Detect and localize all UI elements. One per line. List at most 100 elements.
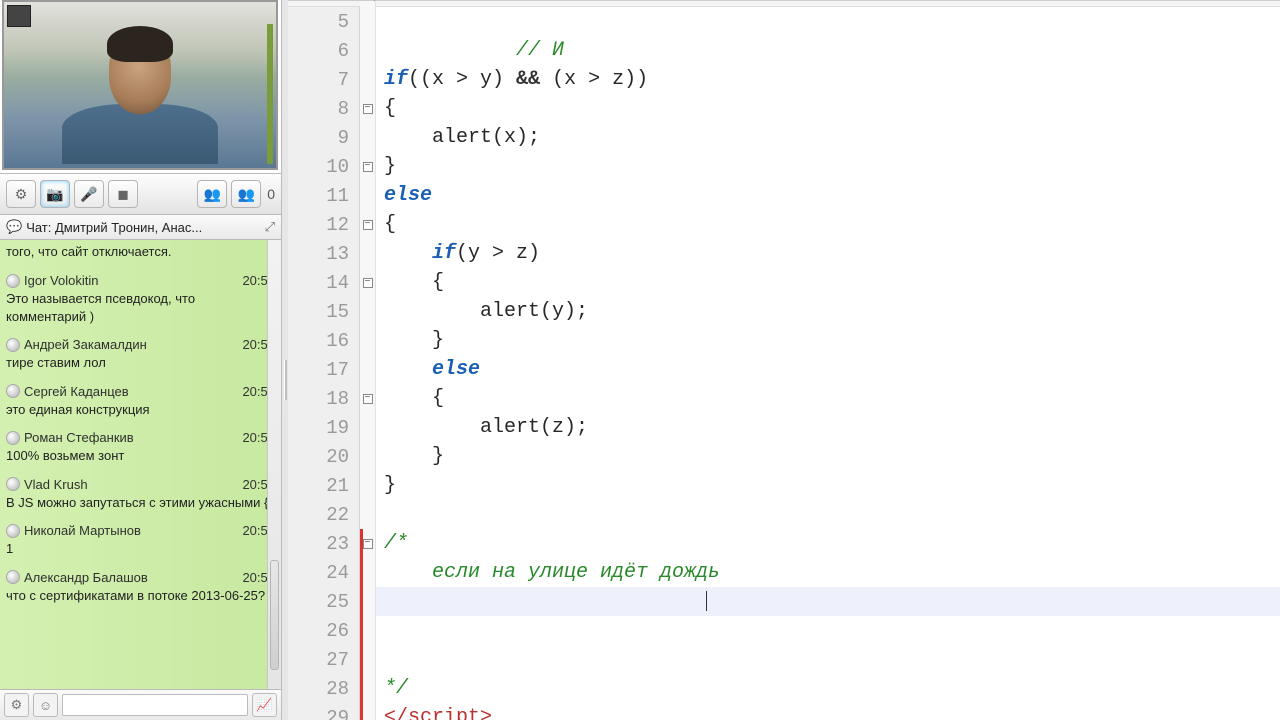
camera-button[interactable]: 📷: [40, 180, 70, 208]
chat-input[interactable]: [62, 694, 248, 716]
fold-toggle[interactable]: −: [363, 539, 373, 549]
chat-message-header: Vlad Krush20:57: [6, 471, 275, 492]
fold-cell: [360, 65, 375, 94]
add-participant-button[interactable]: 👥: [231, 180, 261, 208]
fold-cell: [360, 326, 375, 355]
fold-toggle[interactable]: −: [363, 104, 373, 114]
mic-icon: 🎤: [80, 186, 97, 203]
chat-input-row: ⚙ ☺ 📈: [0, 690, 281, 720]
chat-message-author: Igor Volokitin: [24, 273, 238, 288]
code-line[interactable]: {: [376, 268, 1280, 297]
code-line[interactable]: alert(z);: [376, 413, 1280, 442]
presenter-chip: [7, 5, 31, 27]
code-line[interactable]: </script>: [376, 703, 1280, 720]
code-line[interactable]: {: [376, 384, 1280, 413]
line-number: 29: [288, 703, 359, 720]
chat-message-body: что с сертификатами в потоке 2013-06-25?: [6, 585, 275, 611]
participant-count: 0: [267, 186, 275, 202]
line-number: 18: [288, 384, 359, 413]
chat-header: 💬 Чат: Дмитрий Тронин, Анас... ⤢: [0, 215, 281, 240]
line-number: 17: [288, 355, 359, 384]
chat-message-header: Николай Мартынов20:57: [6, 517, 275, 538]
code-line[interactable]: if(y > z): [376, 239, 1280, 268]
text-caret: [706, 591, 707, 611]
code-line[interactable]: {: [376, 210, 1280, 239]
code-editor: 5678910111213141516171819202122232425262…: [288, 0, 1280, 720]
mic-button[interactable]: 🎤: [74, 180, 104, 208]
chat-message-header: Андрей Закамалдин20:57: [6, 331, 275, 352]
line-number: 7: [288, 65, 359, 94]
code-line[interactable]: }: [376, 152, 1280, 181]
code-line[interactable]: }: [376, 442, 1280, 471]
code-line[interactable]: [376, 7, 1280, 36]
camera-icon: 📷: [46, 186, 63, 203]
code-line[interactable]: }: [376, 326, 1280, 355]
line-number: 22: [288, 500, 359, 529]
fold-cell: −: [360, 384, 375, 413]
participants-button[interactable]: 👥: [197, 180, 227, 208]
line-number: 8: [288, 94, 359, 123]
code-line[interactable]: alert(x);: [376, 123, 1280, 152]
chat-panel: ⚙ 📷 🎤 ◼ 👥 👥 0 💬 Чат: Дмитрий Тронин, Ана…: [0, 0, 282, 720]
stop-icon: ◼: [117, 186, 129, 203]
user-icon: [6, 384, 20, 398]
chat-scrollbar-thumb[interactable]: [270, 560, 279, 670]
code-line[interactable]: alert(y);: [376, 297, 1280, 326]
chat-message-body: того, что сайт отключается.: [6, 240, 275, 267]
line-number: 26: [288, 616, 359, 645]
code-line[interactable]: [376, 645, 1280, 674]
code-line[interactable]: else: [376, 181, 1280, 210]
code-line[interactable]: // И: [376, 36, 1280, 65]
chat-message-body: В JS можно запутаться с этими ужасными {…: [6, 492, 275, 518]
chat-message-author: Александр Балашов: [24, 570, 238, 585]
user-icon: [6, 477, 20, 491]
code-line[interactable]: else: [376, 355, 1280, 384]
fold-toggle[interactable]: −: [363, 278, 373, 288]
people-icon: 👥: [203, 186, 220, 203]
code-line[interactable]: если на улице идёт дождь: [376, 558, 1280, 587]
fold-cell: [360, 181, 375, 210]
chat-message-body: Это называется псевдокод, что комментари…: [6, 288, 275, 331]
emoji-button[interactable]: ☺: [33, 693, 58, 717]
fold-strip: − − − − − −: [360, 1, 376, 720]
fold-cell: −: [360, 210, 375, 239]
fold-cell: [360, 123, 375, 152]
fold-cell: [360, 297, 375, 326]
code-area[interactable]: // Иif((x > y) && (x > z)){ alert(x);}el…: [376, 1, 1280, 720]
line-number: 12: [288, 210, 359, 239]
code-line[interactable]: [376, 500, 1280, 529]
fold-toggle[interactable]: −: [363, 220, 373, 230]
code-line[interactable]: {: [376, 94, 1280, 123]
code-line[interactable]: }: [376, 471, 1280, 500]
code-line[interactable]: /*: [376, 529, 1280, 558]
send-button[interactable]: 📈: [252, 693, 277, 717]
user-icon: [6, 570, 20, 584]
chat-message-header: Сергей Каданцев20:57: [6, 378, 275, 399]
gear-icon: ⚙: [15, 186, 28, 203]
smile-icon: ☺: [39, 698, 52, 713]
chat-scrollbar[interactable]: [267, 240, 281, 689]
chat-message-author: Роман Стефанкив: [24, 430, 238, 445]
chat-message-header: Igor Volokitin20:57: [6, 267, 275, 288]
code-line[interactable]: [376, 616, 1280, 645]
stop-button[interactable]: ◼: [108, 180, 138, 208]
webcam-video: [2, 0, 278, 170]
fold-toggle[interactable]: −: [363, 394, 373, 404]
modified-indicator: [360, 529, 363, 720]
line-number: 14: [288, 268, 359, 297]
fold-cell: [360, 36, 375, 65]
chat-scroll[interactable]: того, что сайт отключается. Igor Volokit…: [0, 240, 281, 690]
fold-toggle[interactable]: −: [363, 162, 373, 172]
fold-cell: [360, 355, 375, 384]
expand-icon[interactable]: ⤢: [265, 219, 275, 235]
line-number: 10: [288, 152, 359, 181]
options-button[interactable]: ⚙: [4, 693, 29, 717]
code-line[interactable]: if((x > y) && (x > z)): [376, 65, 1280, 94]
fold-cell: −: [360, 268, 375, 297]
settings-button[interactable]: ⚙: [6, 180, 36, 208]
line-gutter: 5678910111213141516171819202122232425262…: [288, 1, 360, 720]
line-number: 9: [288, 123, 359, 152]
code-line[interactable]: */: [376, 674, 1280, 703]
chat-message-body: 100% возьмем зонт: [6, 445, 275, 471]
people-plus-icon: 👥: [237, 186, 254, 203]
